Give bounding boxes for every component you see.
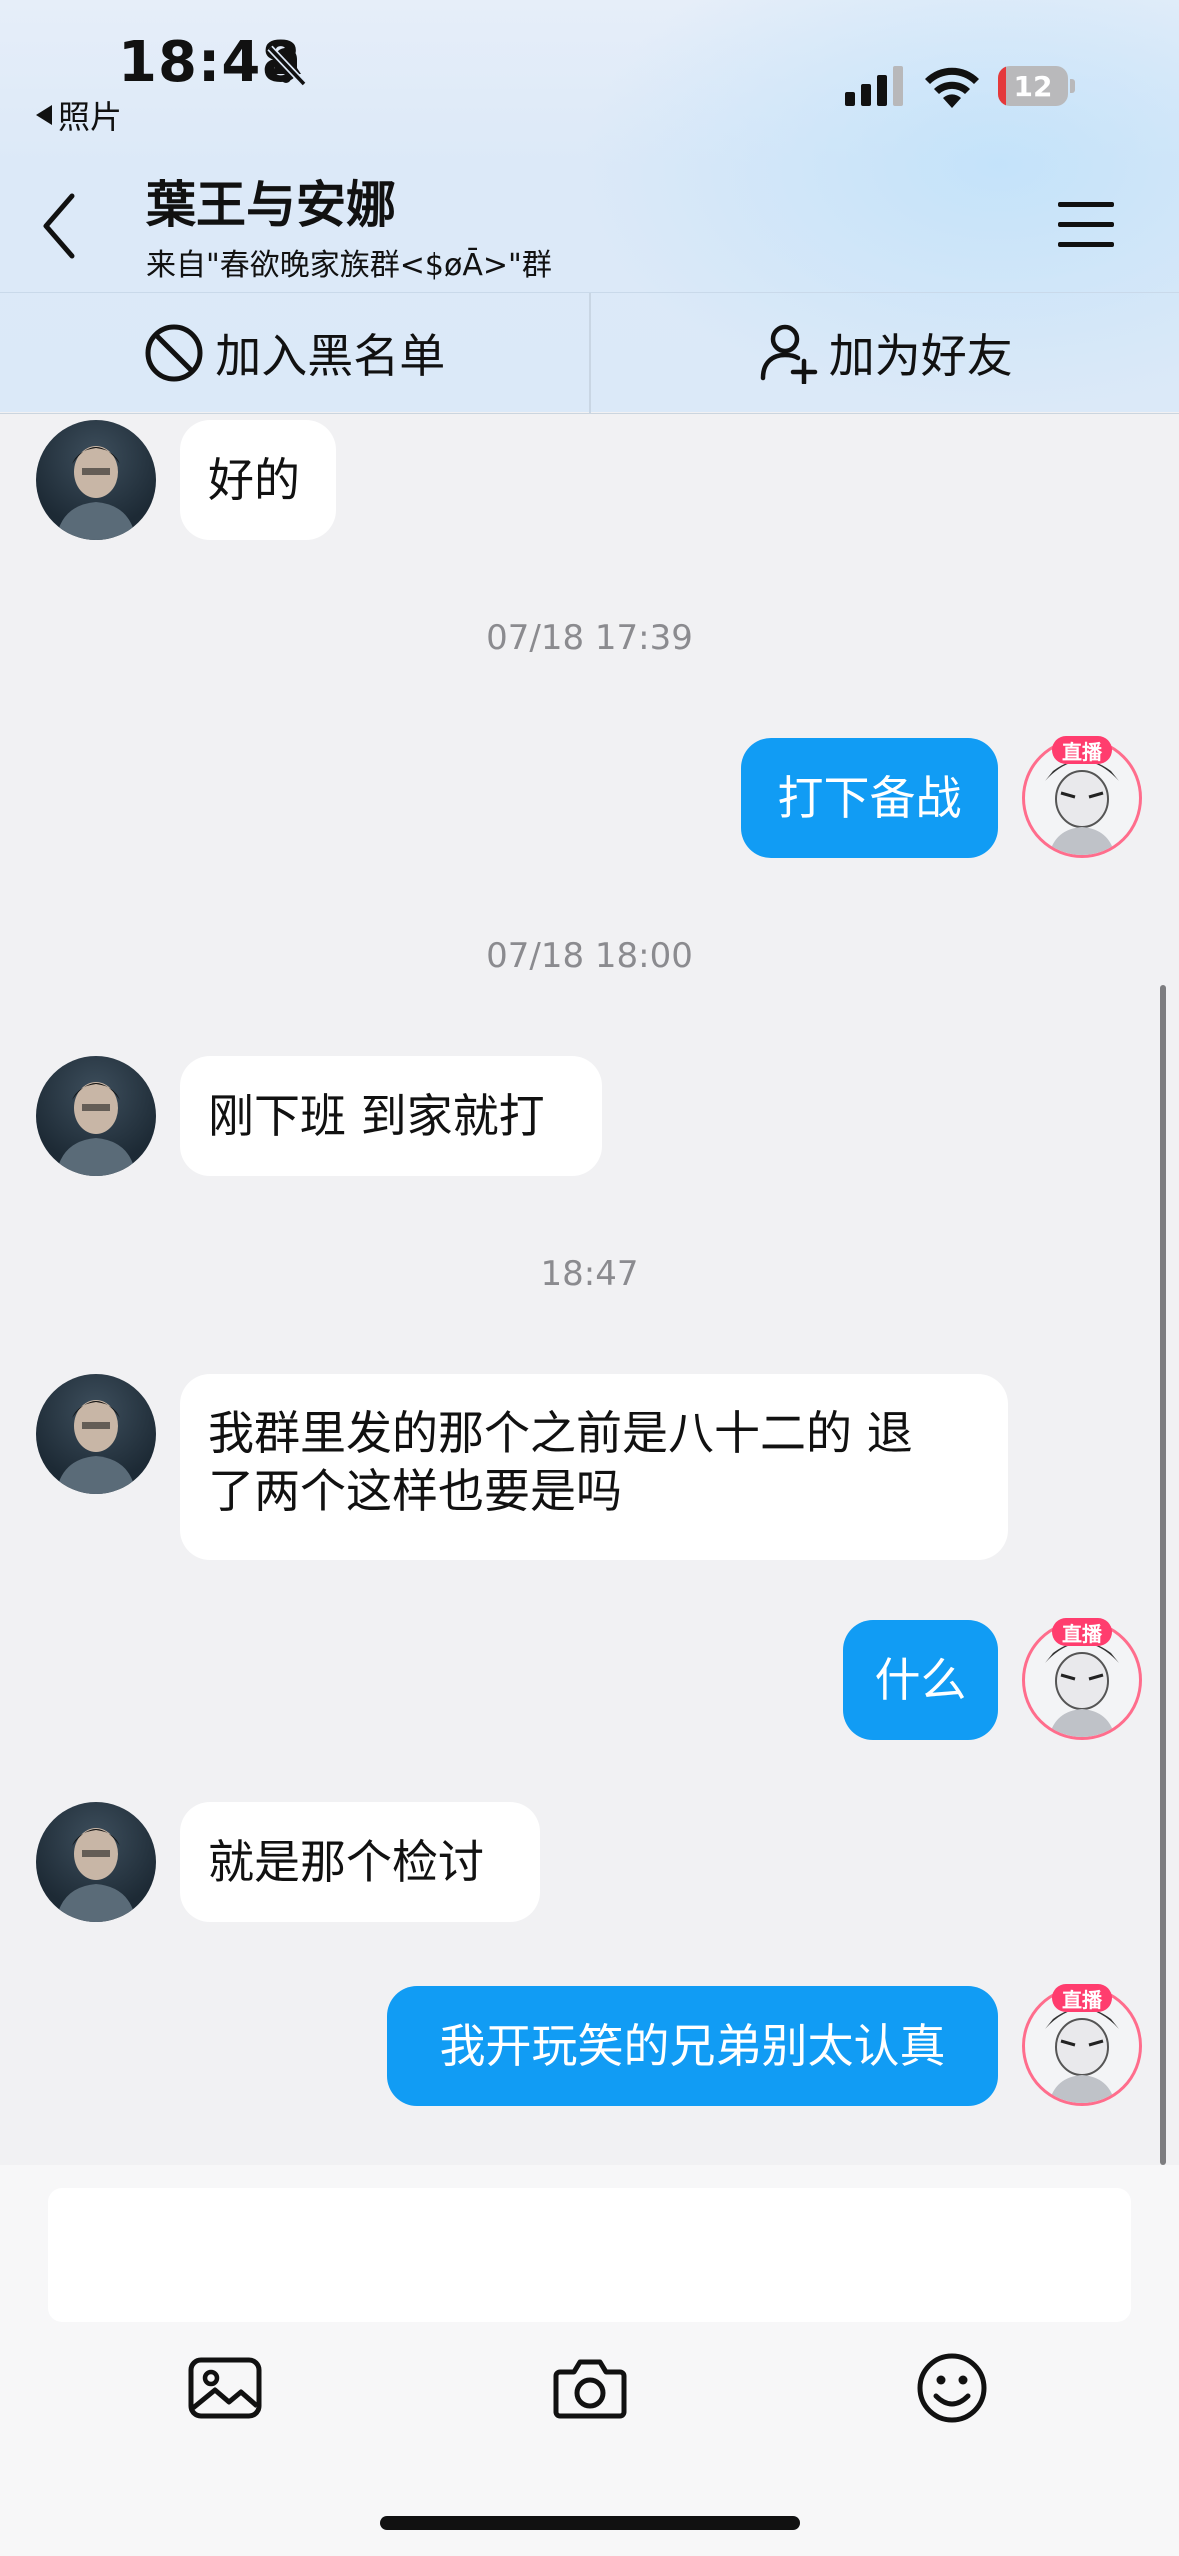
live-badge: 直播 — [1052, 736, 1112, 764]
action-bar: 加入黑名单 加为好友 — [0, 292, 1179, 414]
add-friend-label: 加为好友 — [828, 329, 1013, 383]
camera-icon[interactable] — [550, 2348, 630, 2428]
image-icon[interactable] — [185, 2348, 265, 2428]
message-text-line: 了两个这样也要是吗 — [208, 1464, 622, 1518]
battery-level: 12 — [1013, 69, 1053, 103]
wifi-icon — [925, 67, 979, 108]
add-friend-button[interactable]: 加为好友 — [588, 293, 1179, 413]
contact-avatar[interactable] — [36, 1374, 156, 1494]
contact-avatar[interactable] — [36, 1802, 156, 1922]
message-text-line: 我群里发的那个之前是八十二的 退 — [208, 1406, 913, 1460]
chat-subtitle: 来自"春欲晚家族群<$øĀ>"群 — [146, 248, 552, 283]
signal-icon — [845, 66, 903, 106]
message-bubble-incoming[interactable]: 好的 — [180, 420, 336, 540]
message-bubble-incoming[interactable]: 就是那个检讨 — [180, 1802, 540, 1922]
contact-avatar[interactable] — [36, 1056, 156, 1176]
message-timestamp: 07/18 17:39 — [486, 618, 693, 658]
bell-off-icon — [267, 45, 307, 87]
message-timestamp: 07/18 18:00 — [486, 936, 693, 976]
message-bubble-outgoing[interactable]: 打下备战 — [741, 738, 998, 858]
back-triangle-icon — [36, 105, 52, 125]
menu-icon[interactable] — [1058, 202, 1114, 248]
home-indicator[interactable] — [380, 2516, 800, 2530]
message-bubble-incoming[interactable]: 我群里发的那个之前是八十二的 退 了两个这样也要是吗 — [180, 1374, 1008, 1560]
contact-avatar[interactable] — [36, 420, 156, 540]
battery-icon: 12 — [998, 66, 1078, 106]
chat-title: 葉王与安娜 — [146, 176, 396, 234]
message-timestamp: 18:47 — [540, 1254, 639, 1294]
blacklist-label: 加入黑名单 — [215, 329, 446, 383]
back-to-app-link[interactable]: 照片 — [36, 92, 122, 138]
back-chevron-icon[interactable] — [40, 190, 80, 262]
emoji-icon[interactable] — [912, 2348, 992, 2428]
back-app-label: 照片 — [58, 98, 123, 136]
live-badge: 直播 — [1052, 1984, 1112, 2012]
blacklist-button[interactable]: 加入黑名单 — [0, 293, 589, 413]
scrollbar[interactable] — [1160, 985, 1166, 2165]
live-badge: 直播 — [1052, 1618, 1112, 1646]
block-icon — [145, 324, 203, 382]
message-bubble-outgoing[interactable]: 什么 — [843, 1620, 998, 1740]
message-input[interactable] — [48, 2188, 1131, 2322]
add-user-icon — [760, 324, 817, 384]
message-bubble-outgoing[interactable]: 我开玩笑的兄弟别太认真 — [387, 1986, 998, 2106]
message-bubble-incoming[interactable]: 刚下班 到家就打 — [180, 1056, 602, 1176]
